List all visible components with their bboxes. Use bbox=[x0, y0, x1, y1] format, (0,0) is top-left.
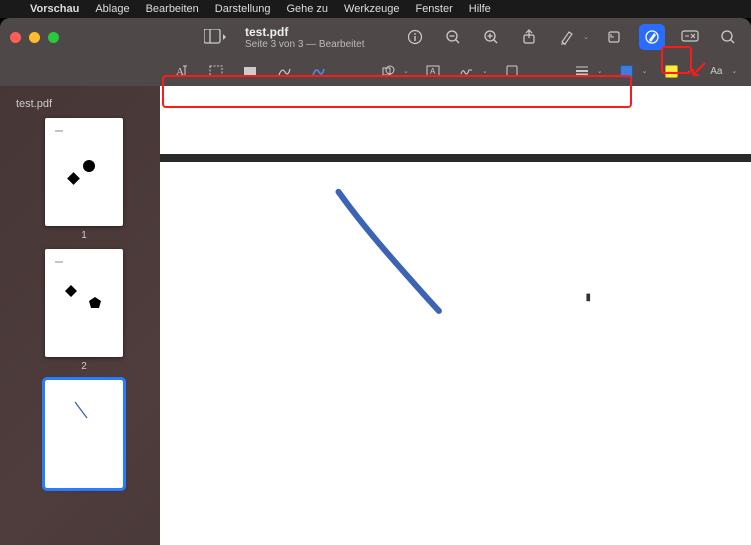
share-button[interactable] bbox=[516, 24, 542, 50]
sketch-tool[interactable] bbox=[274, 61, 294, 81]
system-menubar: Vorschau Ablage Bearbeiten Darstellung G… bbox=[0, 0, 751, 18]
fill-color-swatch bbox=[665, 65, 678, 78]
rectangular-selection-tool[interactable] bbox=[206, 61, 226, 81]
zoom-in-button[interactable] bbox=[478, 24, 504, 50]
draw-tool[interactable] bbox=[308, 61, 328, 81]
sidebar-view-button[interactable] bbox=[197, 24, 233, 50]
document-title-block: test.pdf Seite 3 von 3 — Bearbeitet bbox=[245, 25, 365, 50]
note-tool[interactable] bbox=[502, 61, 522, 81]
document-canvas[interactable]: ▮ bbox=[160, 86, 751, 545]
svg-text:A: A bbox=[430, 67, 436, 76]
form-button[interactable] bbox=[677, 24, 703, 50]
content-area: test.pdf 1 2 3 bbox=[0, 86, 751, 545]
border-color-swatch bbox=[620, 65, 633, 78]
info-button[interactable] bbox=[402, 24, 428, 50]
chevron-down-icon[interactable]: ⌄ bbox=[642, 67, 648, 75]
text-style-button[interactable]: Aa bbox=[706, 61, 726, 81]
menu-edit[interactable]: Bearbeiten bbox=[146, 3, 199, 15]
menu-tools[interactable]: Werkzeuge bbox=[344, 3, 399, 15]
sidebar-title: test.pdf bbox=[8, 94, 160, 118]
thumbnail-label: 2 bbox=[8, 361, 160, 372]
menu-help[interactable]: Hilfe bbox=[469, 3, 491, 15]
chevron-down-icon[interactable]: ⌄ bbox=[403, 67, 409, 75]
line-style-button[interactable] bbox=[572, 61, 592, 81]
minimize-window-button[interactable] bbox=[29, 32, 40, 43]
markup-group-mid: ⌄ A ⌄ bbox=[378, 61, 522, 81]
app-name[interactable]: Vorschau bbox=[30, 3, 79, 15]
maximize-window-button[interactable] bbox=[48, 32, 59, 43]
markup-toggle-button[interactable] bbox=[639, 24, 665, 50]
search-button[interactable] bbox=[715, 24, 741, 50]
chevron-down-icon[interactable]: ⌄ bbox=[731, 67, 737, 75]
chevron-down-icon[interactable]: ⌄ bbox=[597, 67, 603, 75]
window-controls bbox=[10, 32, 59, 43]
redact-tool[interactable] bbox=[240, 61, 260, 81]
shapes-tool[interactable] bbox=[378, 61, 398, 81]
current-page[interactable]: ▮ bbox=[160, 162, 751, 545]
text-selection-tool[interactable]: A bbox=[172, 61, 192, 81]
chevron-down-icon[interactable]: ⌄ bbox=[482, 67, 488, 75]
markup-group-right: ⌄ ⌄ ⌄ Aa ⌄ bbox=[572, 61, 738, 81]
markup-group-left: A bbox=[172, 61, 328, 81]
markup-toolbar: A ⌄ A bbox=[0, 56, 751, 86]
sign-tool[interactable] bbox=[457, 61, 477, 81]
page-gap bbox=[160, 154, 751, 162]
svg-text:A: A bbox=[176, 66, 184, 78]
zoom-out-button[interactable] bbox=[440, 24, 466, 50]
document-filename: test.pdf bbox=[245, 25, 365, 39]
close-window-button[interactable] bbox=[10, 32, 21, 43]
fill-color-button[interactable] bbox=[662, 61, 682, 81]
border-color-button[interactable] bbox=[617, 61, 637, 81]
menu-view[interactable]: Darstellung bbox=[215, 3, 271, 15]
rotate-button[interactable] bbox=[601, 24, 627, 50]
chevron-down-icon[interactable]: ⌄ bbox=[583, 33, 589, 41]
thumbnail-label: 1 bbox=[8, 230, 160, 241]
thumbnail-1[interactable]: 1 bbox=[8, 118, 160, 241]
thumbnail-sidebar: test.pdf 1 2 3 bbox=[0, 86, 160, 545]
menu-window[interactable]: Fenster bbox=[415, 3, 452, 15]
app-window: test.pdf Seite 3 von 3 — Bearbeitet ⌄ bbox=[0, 18, 751, 545]
menu-file[interactable]: Ablage bbox=[95, 3, 129, 15]
text-box-tool[interactable]: A bbox=[423, 61, 443, 81]
toolbar-right-group: ⌄ bbox=[402, 24, 741, 50]
thumbnail-2[interactable]: 2 bbox=[8, 249, 160, 372]
chevron-down-icon[interactable]: ⌄ bbox=[687, 67, 693, 75]
menu-goto[interactable]: Gehe zu bbox=[286, 3, 328, 15]
drawn-stroke-icon bbox=[160, 162, 751, 545]
highlight-button[interactable] bbox=[554, 24, 580, 50]
document-subtitle: Seite 3 von 3 — Bearbeitet bbox=[245, 39, 365, 50]
thumbnail-3[interactable]: 3 bbox=[8, 380, 160, 503]
main-toolbar: test.pdf Seite 3 von 3 — Bearbeitet ⌄ bbox=[0, 18, 751, 56]
previous-page-strip bbox=[160, 86, 751, 154]
